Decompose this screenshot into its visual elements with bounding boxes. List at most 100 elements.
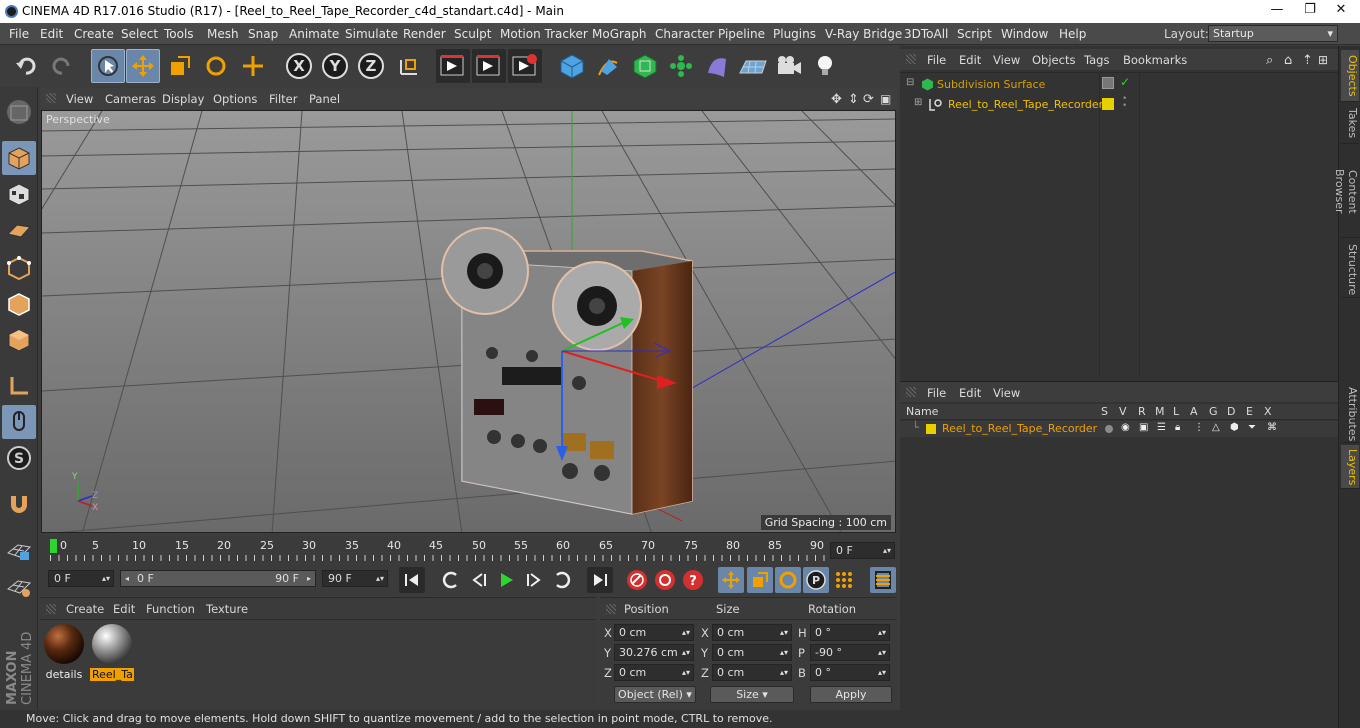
- keyframe-selection-button[interactable]: ?: [680, 567, 706, 593]
- column-deformers[interactable]: D: [1227, 405, 1235, 418]
- live-selection-button[interactable]: [91, 49, 125, 83]
- key-position-toggle[interactable]: [718, 567, 744, 593]
- search-icon[interactable]: ⌕: [1266, 53, 1273, 68]
- record-active-objects-button[interactable]: [624, 567, 650, 593]
- points-mode-button[interactable]: [2, 251, 36, 285]
- panel-gripper-icon[interactable]: [906, 387, 916, 397]
- workplane-mode-button[interactable]: [2, 213, 36, 247]
- menu-sculpt[interactable]: Sculpt: [454, 27, 491, 41]
- minimize-button[interactable]: —: [1262, 2, 1292, 20]
- material-menu-edit[interactable]: Edit: [113, 602, 135, 616]
- column-locked[interactable]: L: [1173, 405, 1179, 418]
- next-key-button[interactable]: [549, 567, 575, 593]
- layer-menu-view[interactable]: View: [993, 386, 1020, 400]
- object-menu-file[interactable]: File: [927, 53, 946, 67]
- viewport-menu-view[interactable]: View: [66, 92, 93, 106]
- panel-gripper-icon[interactable]: [906, 54, 916, 64]
- object-menu-tags[interactable]: Tags: [1084, 53, 1109, 67]
- autokeying-button[interactable]: [652, 567, 678, 593]
- viewport-rotate-icon[interactable]: ⟳: [863, 92, 874, 107]
- menu-motion-tracker[interactable]: Motion Tracker: [500, 27, 588, 41]
- timeline-end-field[interactable]: 0 F ▴▾: [830, 542, 895, 559]
- previous-frame-button[interactable]: [466, 567, 492, 593]
- layer-color-swatch[interactable]: [926, 424, 936, 434]
- xref-icon[interactable]: ⌘: [1267, 422, 1277, 433]
- deformer-icon[interactable]: ⬢: [1230, 422, 1239, 433]
- apply-button[interactable]: Apply: [810, 686, 892, 703]
- menu-mograph[interactable]: MoGraph: [592, 27, 647, 41]
- position-y-field[interactable]: 30.276 cm ▴▾: [614, 644, 694, 661]
- menu-file[interactable]: File: [9, 27, 29, 41]
- tweak-mode-button[interactable]: [2, 405, 36, 439]
- size-z-field[interactable]: 0 cm ▴▾: [712, 664, 792, 681]
- visibility-dots-icon[interactable]: • •: [1122, 95, 1127, 111]
- object-menu-bookmarks[interactable]: Bookmarks: [1123, 53, 1187, 67]
- redo-button[interactable]: [45, 49, 79, 83]
- rotate-tool-button[interactable]: [199, 49, 233, 83]
- move-tool-button[interactable]: [126, 49, 160, 83]
- object-menu-view[interactable]: View: [993, 53, 1020, 67]
- layer-color-swatch[interactable]: [1102, 98, 1114, 110]
- tab-attributes[interactable]: Attributes: [1341, 383, 1359, 443]
- panel-gripper-icon[interactable]: [46, 93, 56, 103]
- column-solo[interactable]: S: [1101, 405, 1108, 418]
- render-settings-button[interactable]: [508, 49, 542, 83]
- array-cloner-button[interactable]: [664, 49, 698, 83]
- render-clapper-icon[interactable]: ▣: [1139, 422, 1148, 433]
- new-window-icon[interactable]: ⊞: [1318, 53, 1328, 67]
- eye-icon[interactable]: ◉: [1121, 422, 1130, 433]
- timeline-ruler[interactable]: 0 5 10 15 20 25 30 35 40 45 50 55 60 65 …: [40, 535, 897, 563]
- rotation-p-field[interactable]: -90 ° ▴▾: [810, 644, 890, 661]
- floor-scene-button[interactable]: [736, 49, 770, 83]
- object-row[interactable]: ⊞ Reel_to_Reel_Tape_Recorder • •: [904, 95, 1334, 114]
- model-mode-button[interactable]: [2, 141, 36, 175]
- menu-create[interactable]: Create: [74, 27, 114, 41]
- render-view-button[interactable]: [436, 49, 470, 83]
- column-animation[interactable]: A: [1190, 405, 1198, 418]
- layer-menu-file[interactable]: File: [927, 386, 946, 400]
- tab-takes[interactable]: Takes: [1341, 104, 1359, 144]
- viewport-menu-display[interactable]: Display: [162, 92, 204, 106]
- material-menu-function[interactable]: Function: [146, 602, 195, 616]
- y-axis-lock-button[interactable]: Y: [318, 49, 352, 83]
- menu-simulate[interactable]: Simulate: [345, 27, 398, 41]
- object-menu-objects[interactable]: Objects: [1032, 53, 1075, 67]
- panel-gripper-icon[interactable]: [46, 604, 56, 614]
- tab-objects[interactable]: Objects: [1341, 50, 1359, 102]
- previous-key-button[interactable]: [438, 567, 464, 593]
- layout-select[interactable]: Startup ▾: [1208, 25, 1338, 42]
- menu-vray-bridge[interactable]: V-Ray Bridge: [825, 27, 902, 41]
- viewport-menu-panel[interactable]: Panel: [309, 92, 340, 106]
- rotation-h-field[interactable]: 0 ° ▴▾: [810, 624, 890, 641]
- editor-visibility-toggle[interactable]: [1102, 77, 1114, 89]
- viewport-menu-filter[interactable]: Filter: [269, 92, 297, 106]
- position-z-field[interactable]: 0 cm ▴▾: [614, 664, 694, 681]
- render-picture-viewer-button[interactable]: [472, 49, 506, 83]
- panel-gripper-icon[interactable]: [606, 604, 616, 614]
- key-rotation-toggle[interactable]: [775, 567, 801, 593]
- layer-row[interactable]: └ Reel_to_Reel_Tape_Recorder ◉ ▣ ☰ 🔒︎ ⋮ …: [900, 421, 1338, 437]
- enable-axis-button[interactable]: [2, 369, 36, 403]
- close-button[interactable]: ✕: [1326, 2, 1356, 20]
- column-xref[interactable]: X: [1264, 405, 1272, 418]
- menu-snap[interactable]: Snap: [248, 27, 278, 41]
- size-y-field[interactable]: 0 cm ▴▾: [712, 644, 792, 661]
- layer-name[interactable]: Reel_to_Reel_Tape_Recorder: [942, 422, 1097, 435]
- column-view[interactable]: V: [1119, 405, 1127, 418]
- column-manager[interactable]: M: [1155, 405, 1165, 418]
- current-frame-field[interactable]: 0 F ▴▾: [48, 570, 114, 587]
- solo-toggle[interactable]: [1105, 425, 1113, 433]
- viewport-pan-icon[interactable]: ✥: [831, 92, 842, 107]
- camera-button[interactable]: [772, 49, 806, 83]
- menu-3dtoall[interactable]: 3DToAll: [904, 27, 948, 41]
- column-name[interactable]: Name: [906, 405, 938, 418]
- tab-content-browser[interactable]: Content Browser: [1333, 146, 1359, 238]
- subdivision-surface-button[interactable]: [628, 49, 662, 83]
- workplane-lock-button[interactable]: [2, 533, 36, 567]
- generator-icon[interactable]: △: [1212, 422, 1220, 433]
- expression-icon[interactable]: ⏷: [1248, 422, 1256, 433]
- light-button[interactable]: [808, 49, 842, 83]
- menu-pipeline[interactable]: Pipeline: [718, 27, 765, 41]
- object-row[interactable]: ⊟ Subdivision Surface ✓: [904, 75, 1334, 94]
- size-x-field[interactable]: 0 cm ▴▾: [712, 624, 792, 641]
